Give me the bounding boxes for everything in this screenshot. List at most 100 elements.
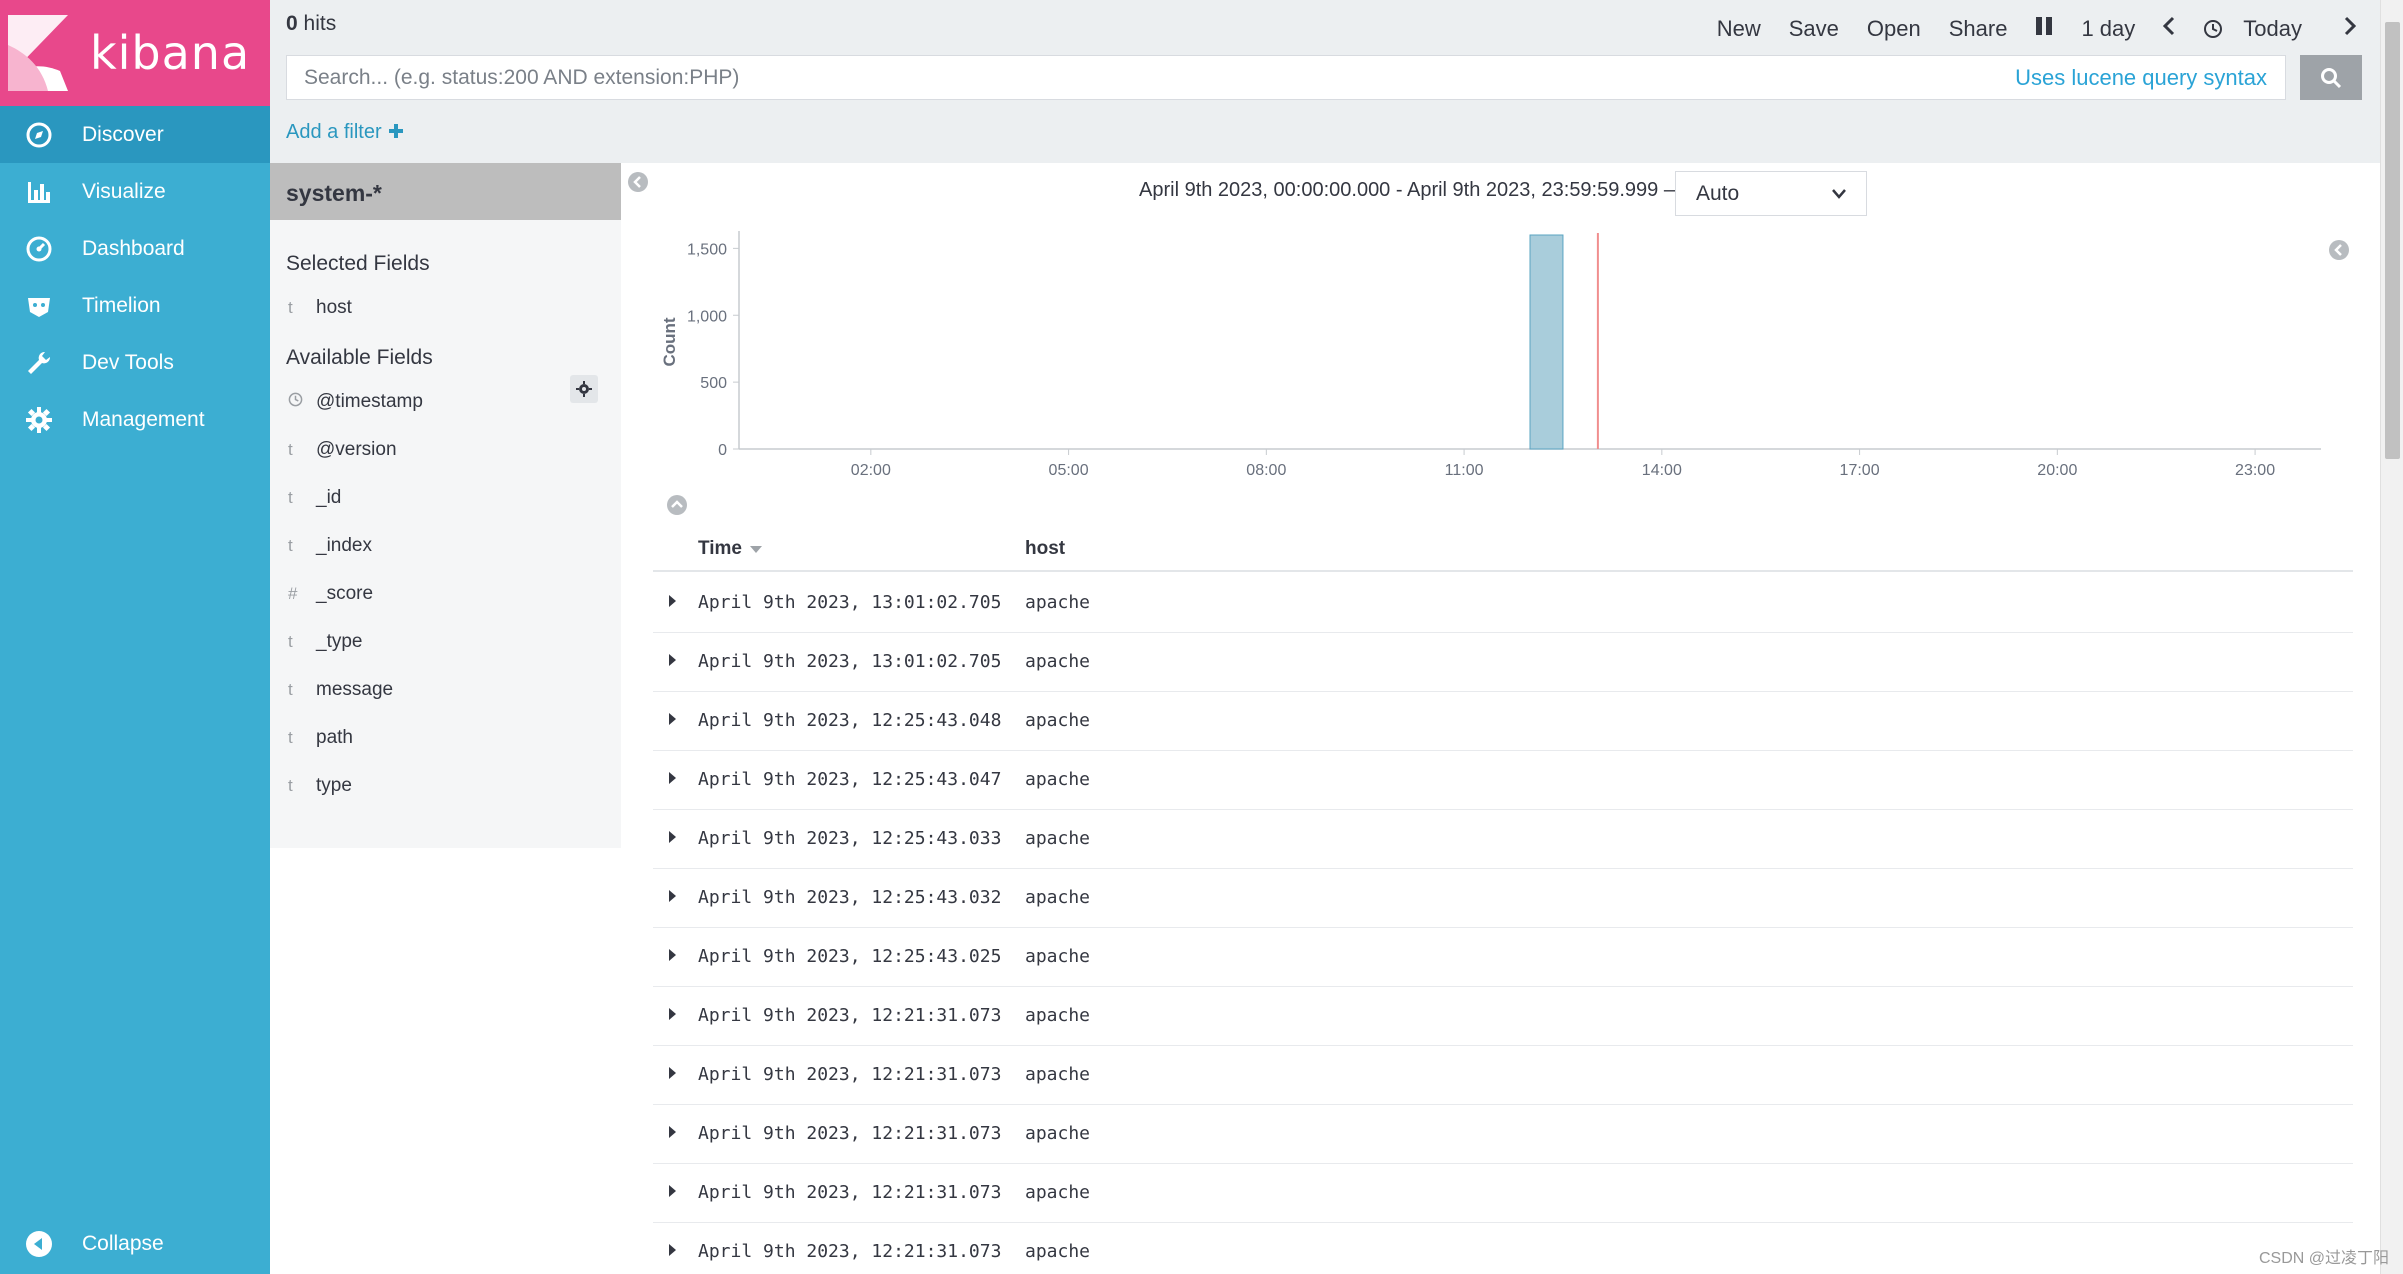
next-time-button[interactable] bbox=[2330, 12, 2370, 46]
pause-button[interactable] bbox=[2021, 12, 2067, 46]
collapse-label: Collapse bbox=[82, 1232, 164, 1255]
pause-icon bbox=[2036, 17, 2053, 35]
scrollbar-thumb[interactable] bbox=[2385, 22, 2400, 459]
cell-host: apache bbox=[1025, 1123, 1091, 1144]
column-header-time-label: Time bbox=[698, 538, 743, 559]
page-scrollbar[interactable] bbox=[2380, 0, 2403, 1274]
hits-number: 0 bbox=[286, 12, 298, 35]
cell-host: apache bbox=[1025, 828, 1091, 849]
collapse-chart-icon[interactable] bbox=[2328, 239, 2350, 261]
plus-icon bbox=[389, 124, 404, 138]
kibana-logo[interactable]: kibana bbox=[0, 0, 270, 106]
expand-row-icon[interactable] bbox=[667, 771, 677, 785]
expand-row-icon[interactable] bbox=[667, 712, 677, 726]
field-timestamp[interactable]: @timestamp bbox=[270, 378, 621, 426]
collapse-sidebar-icon[interactable] bbox=[627, 171, 649, 193]
cell-host: apache bbox=[1025, 1182, 1091, 1203]
x-tick-label: 05:00 bbox=[1049, 462, 1089, 479]
lucene-syntax-link[interactable]: Uses lucene query syntax bbox=[2015, 65, 2285, 91]
index-pattern-selector[interactable]: system-* bbox=[270, 163, 621, 220]
field-path[interactable]: t path bbox=[270, 714, 621, 762]
field-type[interactable]: t _type bbox=[270, 618, 621, 666]
sidebar-item-management[interactable]: Management bbox=[0, 391, 270, 448]
prev-time-button[interactable] bbox=[2149, 12, 2189, 46]
sort-down-icon[interactable] bbox=[750, 546, 763, 554]
save-button[interactable]: Save bbox=[1775, 12, 1853, 46]
search-input[interactable] bbox=[287, 65, 2016, 90]
x-tick-label: 08:00 bbox=[1246, 462, 1286, 479]
dashboard-icon bbox=[24, 234, 54, 264]
cell-time: April 9th 2023, 13:01:02.705 bbox=[698, 651, 1002, 672]
field-score[interactable]: # _score bbox=[270, 570, 621, 618]
field-type-icon: t bbox=[288, 728, 293, 747]
sidebar-item-timelion[interactable]: Timelion bbox=[0, 277, 270, 334]
column-header-host[interactable]: host bbox=[1025, 538, 1065, 560]
toggle-chart-icon[interactable] bbox=[666, 494, 688, 516]
field-id[interactable]: t _id bbox=[270, 474, 621, 522]
x-tick-label: 11:00 bbox=[1445, 462, 1484, 479]
expand-row-icon[interactable] bbox=[667, 1125, 677, 1139]
hits-count: 0 hits bbox=[286, 12, 336, 36]
discover-main: April 9th 2023, 00:00:00.000 - April 9th… bbox=[621, 163, 2380, 1274]
cell-host: apache bbox=[1025, 1241, 1091, 1262]
collapse-button[interactable]: Collapse bbox=[0, 1214, 270, 1274]
expand-row-icon[interactable] bbox=[667, 889, 677, 903]
field-message[interactable]: t message bbox=[270, 666, 621, 714]
expand-row-icon[interactable] bbox=[667, 948, 677, 962]
interval-select[interactable]: Auto bbox=[1675, 171, 1867, 216]
cell-time: April 9th 2023, 12:21:31.073 bbox=[698, 1064, 1002, 1085]
field-name: @version bbox=[316, 439, 397, 460]
cell-time: April 9th 2023, 12:21:31.073 bbox=[698, 1241, 1002, 1262]
field-filter-settings-button[interactable] bbox=[570, 375, 598, 403]
cell-time: April 9th 2023, 12:21:31.073 bbox=[698, 1005, 1002, 1026]
sidebar: kibana Discover Visualize Dashboard Timelio… bbox=[0, 0, 270, 1274]
search-button[interactable] bbox=[2300, 55, 2362, 100]
sidebar-item-discover[interactable]: Discover bbox=[0, 106, 270, 163]
field-type-icon: t bbox=[288, 488, 293, 507]
chevron-down-icon bbox=[1832, 188, 1846, 199]
field-host[interactable]: t host bbox=[270, 284, 621, 332]
time-picker[interactable]: Today bbox=[2189, 8, 2330, 50]
table-row: April 9th 2023, 13:01:02.705 apache bbox=[653, 574, 2353, 633]
expand-row-icon[interactable] bbox=[667, 830, 677, 844]
field-type-icon: t bbox=[288, 536, 293, 555]
gear-icon bbox=[24, 405, 54, 435]
interval-value: Auto bbox=[1696, 181, 1740, 205]
expand-row-icon[interactable] bbox=[667, 653, 677, 667]
watermark: CSDN @过凌丁阳 bbox=[2258, 1250, 2389, 1267]
sidebar-item-dashboard[interactable]: Dashboard bbox=[0, 220, 270, 277]
add-filter-link[interactable]: Add a filter bbox=[286, 121, 404, 144]
column-header-time[interactable]: Time bbox=[698, 538, 763, 560]
histogram-bar bbox=[1529, 234, 1564, 450]
refresh-interval[interactable]: 1 day bbox=[2067, 12, 2149, 46]
cell-time: April 9th 2023, 12:25:43.047 bbox=[698, 769, 1002, 790]
add-filter-label: Add a filter bbox=[286, 121, 382, 143]
cell-host: apache bbox=[1025, 1005, 1091, 1026]
sidebar-item-dev-tools[interactable]: Dev Tools bbox=[0, 334, 270, 391]
table-row: April 9th 2023, 12:25:43.032 apache bbox=[653, 869, 2353, 928]
sidebar-item-visualize[interactable]: Visualize bbox=[0, 163, 270, 220]
field-name: _id bbox=[316, 487, 342, 508]
expand-row-icon[interactable] bbox=[667, 1184, 677, 1198]
expand-row-icon[interactable] bbox=[667, 1066, 677, 1080]
field-name: host bbox=[316, 297, 352, 318]
compass-icon bbox=[24, 120, 54, 150]
field-index[interactable]: t _index bbox=[270, 522, 621, 570]
cell-host: apache bbox=[1025, 946, 1091, 967]
available-fields-title: Available Fields bbox=[286, 346, 433, 369]
hits-label: hits bbox=[303, 12, 337, 35]
expand-row-icon[interactable] bbox=[667, 1007, 677, 1021]
time-picker-label: Today bbox=[2243, 16, 2302, 41]
new-button[interactable]: New bbox=[1703, 12, 1775, 46]
expand-row-icon[interactable] bbox=[667, 594, 677, 608]
table-row: April 9th 2023, 12:21:31.073 apache bbox=[653, 1105, 2353, 1164]
field-type[interactable]: t type bbox=[270, 762, 621, 810]
sidebar-item-label: Management bbox=[82, 407, 205, 431]
field-type-icon: t bbox=[288, 632, 293, 651]
field-version[interactable]: t @version bbox=[270, 426, 621, 474]
cell-host: apache bbox=[1025, 1064, 1091, 1085]
share-button[interactable]: Share bbox=[1935, 12, 2022, 46]
open-button[interactable]: Open bbox=[1853, 12, 1935, 46]
y-tick-label: 0 bbox=[718, 442, 727, 459]
expand-row-icon[interactable] bbox=[667, 1243, 677, 1257]
